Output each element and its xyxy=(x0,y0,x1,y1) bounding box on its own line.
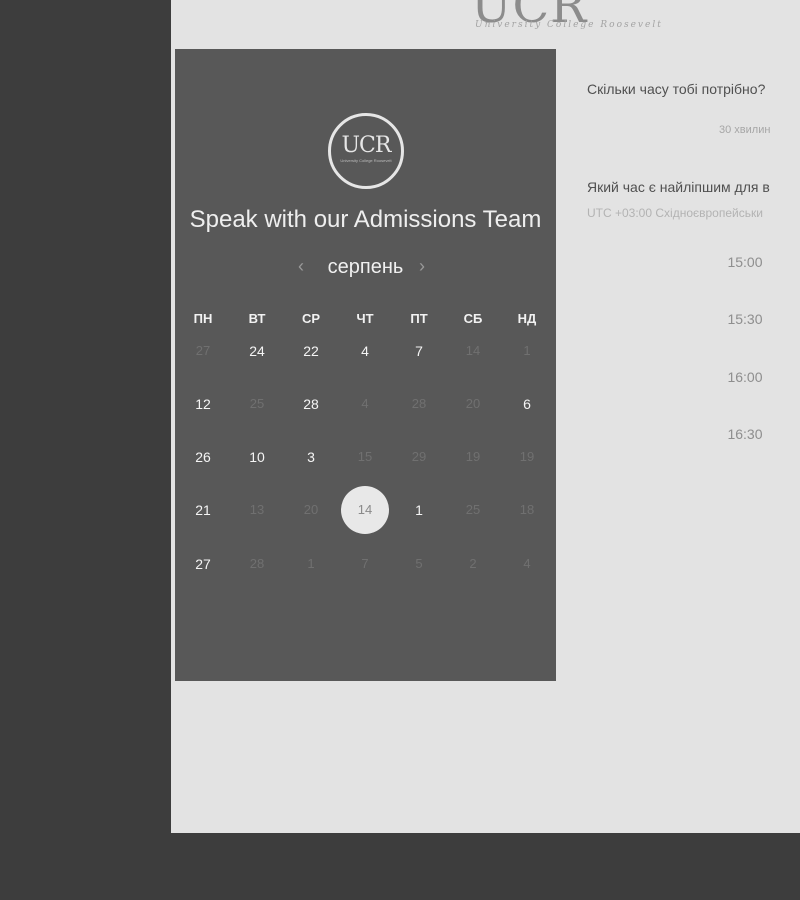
calendar-day[interactable]: 21 xyxy=(183,498,223,522)
calendar-day[interactable]: 1 xyxy=(399,498,439,522)
time-question: Який час є найліпшим для в xyxy=(587,179,770,195)
duration-value[interactable]: 30 хвилин xyxy=(719,124,770,136)
calendar-day: 28 xyxy=(249,556,265,571)
calendar-day: 28 xyxy=(411,396,427,411)
calendar-day: 27 xyxy=(195,343,211,358)
duration-question: Скільки часу тобі потрібно? xyxy=(587,81,766,97)
booking-page: UCR University College Roosevelt UCR Uni… xyxy=(171,0,800,833)
time-slot[interactable]: 15:30 xyxy=(705,311,785,327)
calendar-day: 15 xyxy=(357,449,373,464)
calendar-day: 25 xyxy=(465,502,481,517)
calendar-day: 5 xyxy=(415,556,423,571)
calendar-day: 19 xyxy=(465,449,481,464)
calendar-day: 19 xyxy=(519,449,535,464)
calendar-day: 29 xyxy=(411,449,427,464)
calendar-day: 1 xyxy=(523,343,531,358)
timezone-selector[interactable]: UTC +03:00 Східноєвропейськи xyxy=(587,206,763,220)
time-slot[interactable]: 16:00 xyxy=(705,369,785,385)
calendar-day: 18 xyxy=(519,502,535,517)
calendar-day[interactable]: 27 xyxy=(183,552,223,576)
time-slot[interactable]: 15:00 xyxy=(705,254,785,270)
calendar-day: 4 xyxy=(523,556,531,571)
calendar-day: 25 xyxy=(249,396,265,411)
calendar-day[interactable]: 6 xyxy=(507,392,547,416)
calendar-day: 2 xyxy=(469,556,477,571)
calendar-day[interactable]: 22 xyxy=(291,339,331,363)
time-slot[interactable]: 16:30 xyxy=(705,426,785,442)
calendar-day: 4 xyxy=(361,396,369,411)
calendar-day[interactable]: 10 xyxy=(237,445,277,469)
calendar-day[interactable]: 3 xyxy=(291,445,331,469)
calendar-day[interactable]: 7 xyxy=(399,339,439,363)
calendar-panel: UCR University College Roosevelt Speak w… xyxy=(175,49,556,681)
calendar-day[interactable]: 12 xyxy=(183,392,223,416)
calendar-day: 20 xyxy=(303,502,319,517)
calendar-day[interactable]: 24 xyxy=(237,339,277,363)
calendar-day: 7 xyxy=(361,556,369,571)
calendar-day: 1 xyxy=(307,556,315,571)
calendar-day[interactable]: 26 xyxy=(183,445,223,469)
calendar-day: 14 xyxy=(465,343,481,358)
brand-logo: UCR University College Roosevelt xyxy=(471,0,661,32)
brand-logo-tagline: University College Roosevelt xyxy=(475,20,663,30)
calendar-day-selected[interactable]: 14 xyxy=(341,486,389,534)
calendar-day: 20 xyxy=(465,396,481,411)
calendar-grid: 27 24 22 4 7 14 1 12 25 28 4 28 20 6 26 10 3 15 29 19 19 21 13… xyxy=(175,49,556,649)
calendar-day: 13 xyxy=(249,502,265,517)
calendar-day[interactable]: 4 xyxy=(345,339,385,363)
calendar-day[interactable]: 28 xyxy=(291,392,331,416)
